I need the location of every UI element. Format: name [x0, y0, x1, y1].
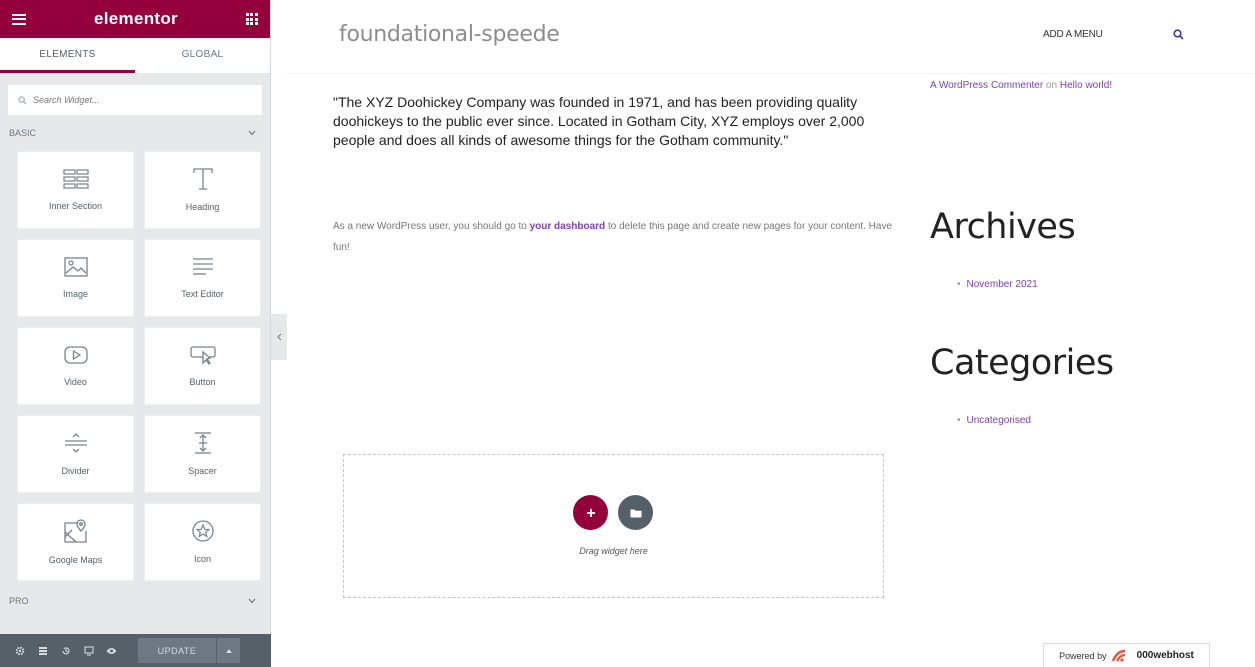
- preview-button[interactable]: [100, 634, 123, 667]
- powered-by-badge[interactable]: Powered by 000webhost: [1043, 643, 1210, 667]
- drag-widget-label: Drag widget here: [579, 546, 648, 556]
- widget-label: Icon: [193, 554, 211, 564]
- search-widget-input[interactable]: [33, 95, 252, 105]
- eye-icon: [106, 647, 117, 654]
- responsive-mode-button[interactable]: [77, 634, 100, 667]
- caret-up-icon: [225, 648, 232, 653]
- menu-icon[interactable]: [12, 13, 26, 25]
- site-search-button[interactable]: [1173, 27, 1184, 45]
- inner-section-icon: [62, 169, 89, 189]
- widget-google-maps[interactable]: Google Maps: [17, 503, 134, 581]
- update-options-button[interactable]: [216, 638, 240, 663]
- list-bullet: •: [957, 279, 961, 290]
- chevron-down-icon: [248, 130, 256, 136]
- add-section-button[interactable]: [573, 495, 608, 530]
- welcome-paragraph: As a new WordPress user, you should go t…: [333, 216, 893, 258]
- widget-label: Text Editor: [181, 289, 224, 299]
- image-icon: [63, 257, 88, 277]
- site-title[interactable]: foundational-speede: [339, 22, 560, 47]
- search-icon: [1173, 29, 1184, 40]
- widget-text-editor[interactable]: Text Editor: [144, 239, 261, 317]
- text-editor-icon: [192, 258, 213, 275]
- powered-by-text: Powered by: [1059, 650, 1107, 661]
- elementor-logo: elementor: [94, 9, 178, 28]
- history-button[interactable]: [54, 634, 77, 667]
- widget-image[interactable]: Image: [17, 239, 134, 317]
- widget-label: Inner Section: [48, 201, 103, 211]
- welcome-text: As a new WordPress user, you should go t…: [333, 221, 530, 232]
- settings-button[interactable]: [8, 634, 31, 667]
- comment-on-text: on: [1043, 80, 1060, 91]
- panel-header: elementor: [0, 0, 270, 38]
- widget-button[interactable]: Button: [144, 327, 261, 405]
- google-maps-icon: [63, 519, 87, 543]
- widget-label: Button: [189, 377, 216, 387]
- comment-post-link[interactable]: Hello world!: [1060, 80, 1112, 91]
- categories-list: • Uncategorised: [957, 415, 1031, 426]
- widget-label: Video: [64, 377, 87, 387]
- layers-icon: [38, 646, 47, 655]
- panel-footer: UPDATE: [0, 634, 271, 667]
- widget-label: Heading: [185, 202, 220, 212]
- gear-icon: [15, 646, 24, 655]
- button-icon: [189, 346, 216, 365]
- elementor-panel: elementor ELEMENTS GLOBAL BASIC: [0, 0, 271, 667]
- site-header: foundational-speede ADD A MENU: [287, 0, 1255, 74]
- category-basic-header[interactable]: BASIC: [0, 115, 270, 151]
- category-link[interactable]: Uncategorised: [967, 415, 1031, 426]
- desktop-icon: [83, 645, 94, 656]
- divider-icon: [64, 433, 87, 453]
- widget-icon[interactable]: Icon: [144, 503, 261, 581]
- recent-comment: A WordPress Commenter on Hello world!: [930, 80, 1112, 91]
- star-icon: [191, 520, 214, 542]
- spacer-icon: [194, 432, 211, 454]
- panel-collapse-handle[interactable]: [271, 314, 287, 360]
- category-pro-header[interactable]: PRO: [0, 583, 270, 619]
- quote-paragraph: "The XYZ Doohickey Company was founded i…: [333, 94, 865, 148]
- comment-author-link[interactable]: A WordPress Commenter: [930, 80, 1043, 91]
- update-button[interactable]: UPDATE: [138, 638, 216, 663]
- widget-drop-zone[interactable]: Drag widget here: [343, 454, 884, 598]
- chevron-down-icon: [248, 598, 256, 604]
- video-icon: [63, 346, 88, 364]
- widget-spacer[interactable]: Spacer: [144, 415, 261, 493]
- add-menu-link[interactable]: ADD A MENU: [1043, 29, 1103, 40]
- widget-label: Divider: [61, 466, 90, 476]
- dashboard-link[interactable]: your dashboard: [530, 221, 606, 232]
- heading-icon: [192, 168, 213, 190]
- folder-icon: [630, 509, 641, 517]
- widget-divider[interactable]: Divider: [17, 415, 134, 493]
- widget-video[interactable]: Video: [17, 327, 134, 405]
- plus-icon: [586, 508, 595, 517]
- widget-label: Spacer: [188, 466, 217, 476]
- search-icon: [18, 95, 27, 105]
- widget-grid: Inner Section Heading Image Text Editor …: [0, 151, 270, 581]
- tab-global[interactable]: GLOBAL: [135, 38, 270, 73]
- widget-label: Image: [62, 289, 88, 299]
- widgets-grid-icon[interactable]: [245, 13, 258, 25]
- archives-list: • November 2021: [957, 279, 1038, 290]
- webhost-logo-icon: [1111, 649, 1125, 662]
- widget-search: [8, 85, 262, 115]
- add-template-button[interactable]: [618, 495, 653, 530]
- category-basic-label: BASIC: [9, 128, 37, 138]
- archive-link[interactable]: November 2021: [967, 279, 1038, 290]
- list-bullet: •: [957, 415, 961, 426]
- widget-label: Google Maps: [48, 555, 103, 565]
- archives-heading: Archives: [930, 207, 1076, 247]
- chevron-left-icon: [276, 333, 281, 341]
- category-pro-label: PRO: [9, 596, 29, 606]
- widget-inner-section[interactable]: Inner Section: [17, 151, 134, 229]
- categories-heading: Categories: [930, 343, 1114, 383]
- panel-tabs: ELEMENTS GLOBAL: [0, 38, 270, 73]
- tab-elements[interactable]: ELEMENTS: [0, 38, 135, 73]
- widget-heading[interactable]: Heading: [144, 151, 261, 229]
- navigator-button[interactable]: [31, 634, 54, 667]
- webhost-brand: 000webhost: [1136, 650, 1194, 661]
- history-icon: [61, 646, 70, 654]
